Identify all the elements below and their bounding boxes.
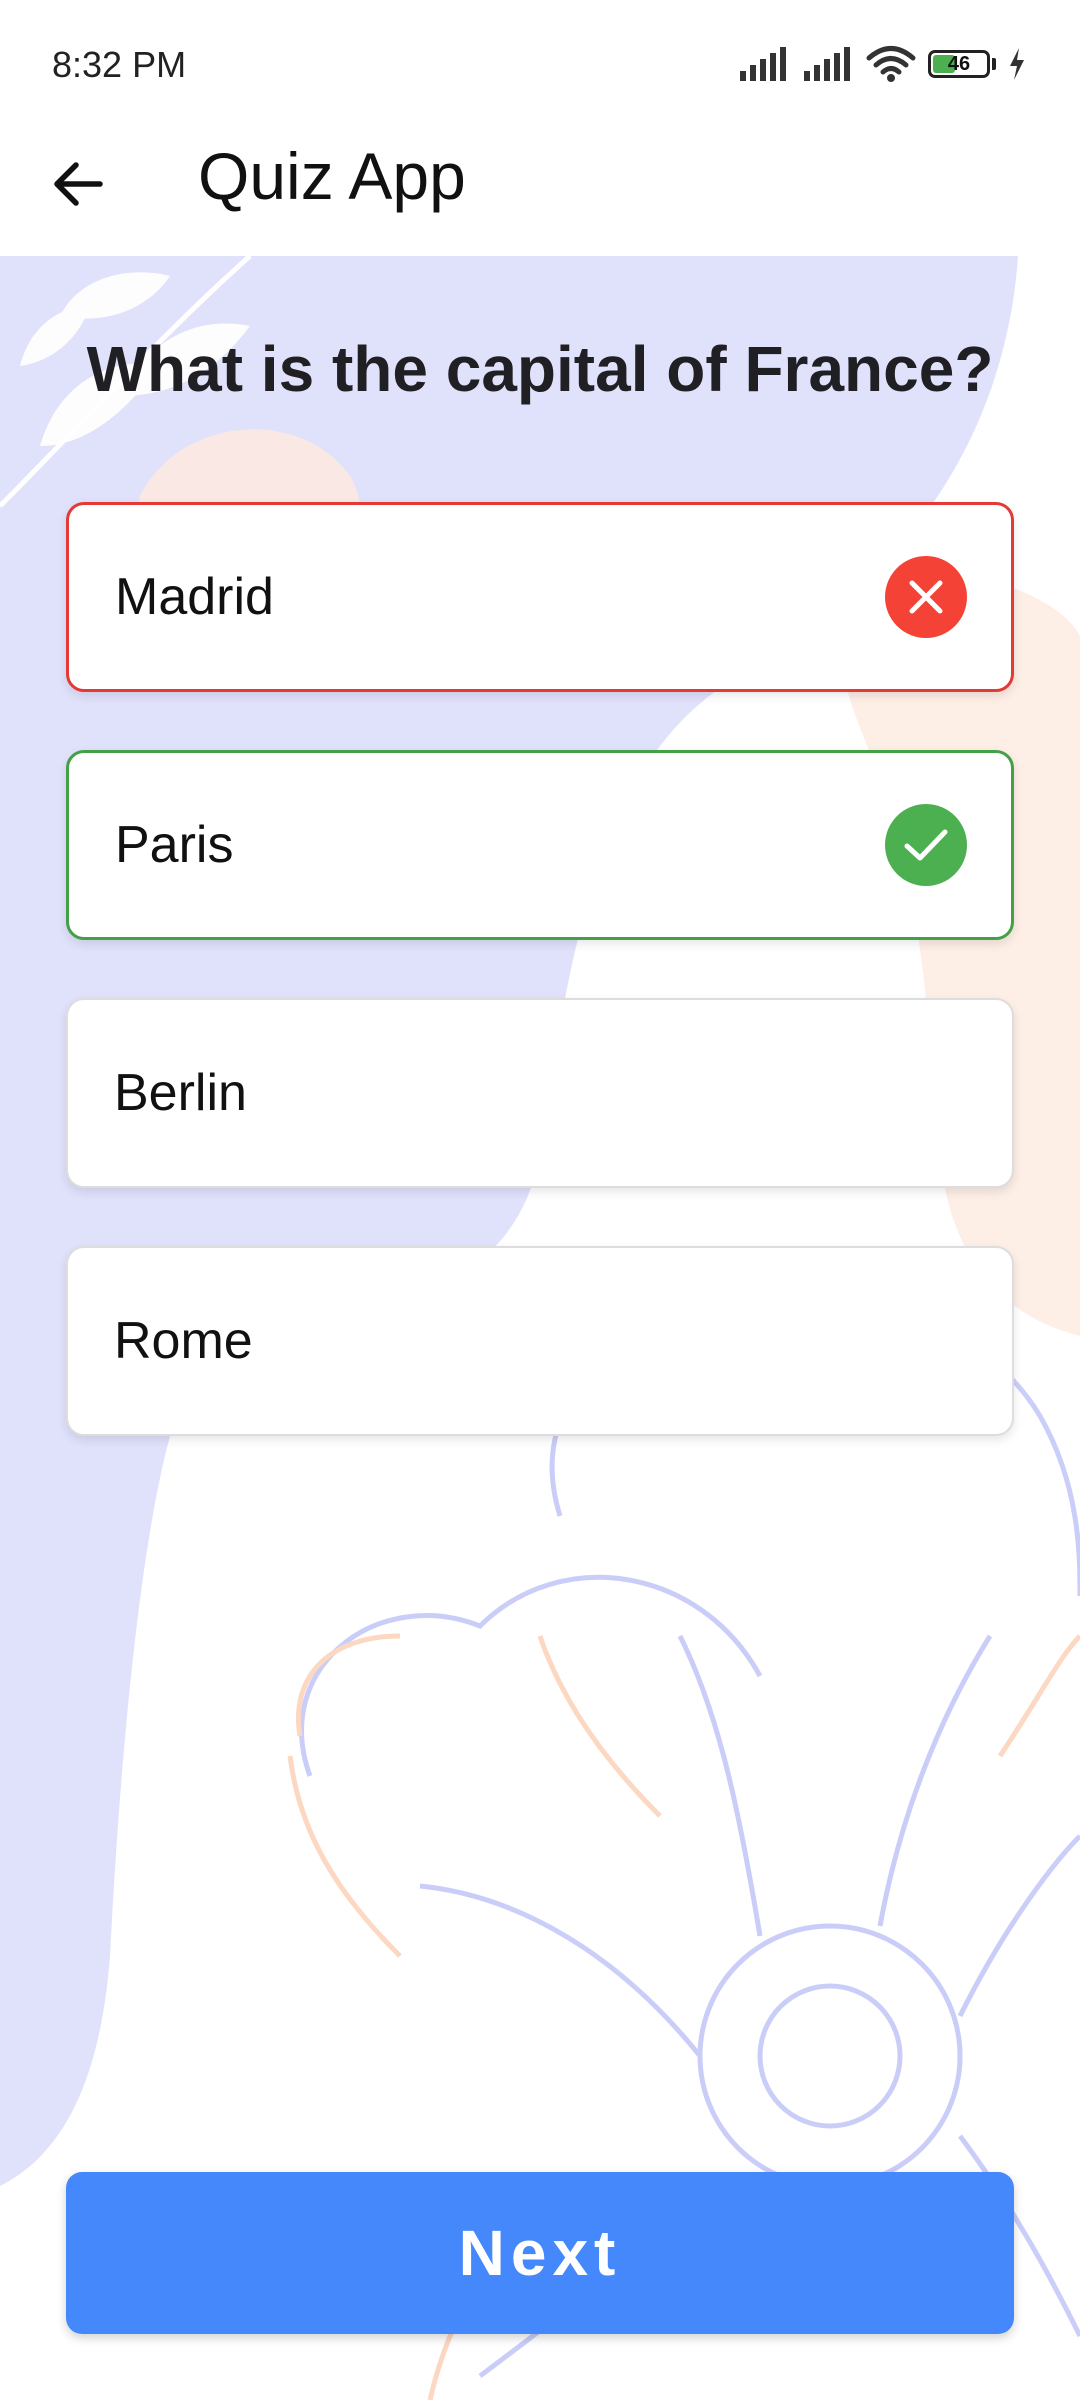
next-button-label: Next	[458, 2217, 622, 2289]
question-text: What is the capital of France?	[86, 333, 994, 405]
charging-icon	[1010, 48, 1024, 80]
answer-option-madrid[interactable]: Madrid	[66, 502, 1014, 692]
signal-icon	[804, 47, 850, 81]
back-button[interactable]	[40, 146, 116, 222]
back-arrow-icon	[54, 162, 103, 206]
answer-label: Paris	[115, 816, 234, 874]
check-icon	[885, 804, 967, 886]
page-title: Quiz App	[198, 139, 466, 213]
battery-tip	[992, 58, 996, 70]
battery-icon: 46	[928, 50, 990, 78]
status-bar: 8:32 PM 46	[0, 0, 1080, 120]
wifi-icon	[866, 46, 916, 82]
next-button[interactable]: Next	[66, 2172, 1014, 2334]
answer-option-berlin[interactable]: Berlin	[66, 998, 1014, 1188]
signal-icon	[740, 47, 786, 81]
answer-label: Rome	[114, 1312, 253, 1370]
answer-label: Madrid	[115, 568, 274, 626]
answer-label: Berlin	[114, 1064, 247, 1122]
answer-option-rome[interactable]: Rome	[66, 1246, 1014, 1436]
battery-level: 46	[947, 52, 971, 75]
answer-option-paris[interactable]: Paris	[66, 750, 1014, 940]
status-time: 8:32 PM	[52, 44, 187, 85]
app-bar: Quiz App	[0, 120, 1080, 256]
status-icons: 46	[738, 44, 1026, 84]
quiz-content: What is the capital of France? Madrid Pa…	[0, 256, 1080, 2400]
close-icon	[885, 556, 967, 638]
quiz-screen: 8:32 PM 46 Quiz App What is the capital …	[0, 0, 1080, 2400]
